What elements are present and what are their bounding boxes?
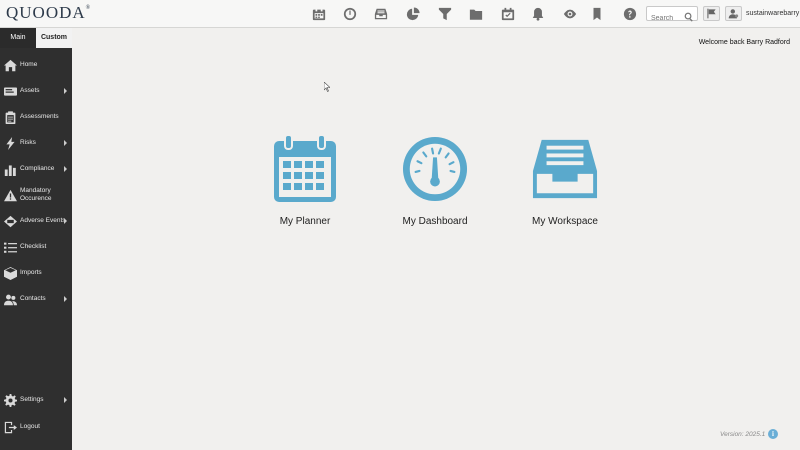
chevron-right-icon bbox=[64, 218, 67, 224]
version-label: Version: 2025.1 bbox=[720, 431, 766, 438]
top-bar: QUOODA® sustainwarebarry bbox=[0, 0, 800, 28]
calendar-icon bbox=[272, 134, 338, 204]
bookmark-icon[interactable] bbox=[589, 6, 605, 22]
sidebar-item-label: Adverse Events bbox=[20, 217, 66, 224]
flag-icon bbox=[707, 8, 716, 19]
sidebar-item-label: Assessments bbox=[20, 113, 59, 120]
sidebar-item-label: Contacts bbox=[20, 295, 46, 302]
sidebar-item-adverse-events[interactable]: Adverse Events bbox=[0, 208, 72, 234]
info-icon[interactable]: i bbox=[768, 429, 778, 439]
lightning-icon bbox=[4, 136, 17, 150]
sidebar-item-label: Settings bbox=[20, 396, 44, 403]
sidebar-item-checklist[interactable]: Checklist bbox=[0, 234, 72, 260]
tab-custom[interactable]: Custom bbox=[36, 28, 72, 48]
sidebar-item-label: Assets bbox=[20, 87, 40, 94]
sidebar-item-label: Risks bbox=[20, 139, 36, 146]
chevron-right-icon bbox=[64, 296, 67, 302]
help-icon[interactable] bbox=[622, 6, 638, 22]
folder-icon[interactable] bbox=[468, 6, 484, 22]
sidebar-tabs: Main Custom bbox=[0, 28, 72, 48]
user-icon bbox=[728, 9, 739, 19]
chevron-right-icon bbox=[64, 140, 67, 146]
checklist-icon[interactable] bbox=[500, 6, 516, 22]
sidebar-item-mandatory-occurence[interactable]: Mandatory Occurence bbox=[0, 182, 72, 208]
filter-icon[interactable] bbox=[437, 6, 453, 22]
pie-chart-icon[interactable] bbox=[405, 6, 421, 22]
tile-label: My Workspace bbox=[532, 216, 598, 227]
dashboard-gauge-icon bbox=[402, 134, 468, 204]
sidebar: Home Assets Assessments Risks Compliance… bbox=[0, 48, 72, 450]
sidebar-item-label: Imports bbox=[20, 269, 42, 276]
sidebar-item-compliance[interactable]: Compliance bbox=[0, 156, 72, 182]
mouse-cursor bbox=[323, 79, 331, 92]
sidebar-item-label: Home bbox=[20, 61, 38, 68]
sidebar-item-assets[interactable]: Assets bbox=[0, 78, 72, 104]
eye-icon[interactable] bbox=[562, 6, 578, 22]
contacts-icon bbox=[4, 293, 17, 306]
home-icon bbox=[4, 59, 17, 72]
sidebar-item-label: Compliance bbox=[20, 165, 55, 172]
welcome-message: Welcome back Barry Radford bbox=[698, 39, 790, 46]
sidebar-item-contacts[interactable]: Contacts bbox=[0, 286, 72, 312]
my-workspace-tile[interactable]: My Workspace bbox=[520, 134, 610, 234]
sidebar-item-label: Checklist bbox=[20, 243, 47, 250]
sidebar-item-label: Mandatory Occurence bbox=[20, 187, 52, 202]
bar-chart-icon bbox=[4, 163, 17, 176]
tile-label: My Planner bbox=[279, 216, 331, 227]
assets-icon bbox=[4, 85, 17, 98]
user-menu-button[interactable] bbox=[725, 6, 742, 21]
search-box[interactable] bbox=[646, 6, 698, 25]
sidebar-item-settings[interactable]: Settings bbox=[0, 387, 72, 413]
chevron-right-icon bbox=[64, 166, 67, 172]
calendar-icon[interactable] bbox=[311, 6, 327, 22]
sidebar-item-logout[interactable]: Logout bbox=[0, 414, 72, 440]
my-planner-tile[interactable]: My Planner bbox=[260, 134, 350, 234]
quooda-logo[interactable]: QUOODA® bbox=[6, 3, 91, 23]
sidebar-item-label: Logout bbox=[20, 423, 40, 430]
search-icon[interactable] bbox=[684, 9, 694, 22]
list-icon bbox=[4, 241, 17, 254]
box-icon bbox=[4, 266, 17, 280]
inbox-tray-icon bbox=[532, 134, 598, 204]
search-input[interactable] bbox=[647, 12, 683, 25]
dashboard-gauge-icon[interactable] bbox=[342, 6, 358, 22]
warning-icon bbox=[4, 189, 17, 202]
bell-icon[interactable] bbox=[530, 6, 546, 22]
clipboard-icon bbox=[4, 110, 17, 124]
flag-button[interactable] bbox=[703, 6, 720, 21]
sidebar-item-imports[interactable]: Imports bbox=[0, 260, 72, 286]
chevron-right-icon bbox=[64, 397, 67, 403]
gear-icon bbox=[4, 393, 17, 407]
my-dashboard-tile[interactable]: My Dashboard bbox=[390, 134, 480, 234]
sidebar-item-risks[interactable]: Risks bbox=[0, 130, 72, 156]
sidebar-item-assessments[interactable]: Assessments bbox=[0, 104, 72, 130]
adverse-events-icon bbox=[4, 215, 17, 228]
chevron-right-icon bbox=[64, 88, 67, 94]
sidebar-item-home[interactable]: Home bbox=[0, 52, 72, 78]
logout-icon bbox=[4, 421, 17, 434]
inbox-icon[interactable] bbox=[373, 6, 389, 22]
tab-main[interactable]: Main bbox=[0, 28, 36, 48]
username[interactable]: sustainwarebarry bbox=[746, 10, 799, 17]
tile-label: My Dashboard bbox=[402, 216, 468, 227]
